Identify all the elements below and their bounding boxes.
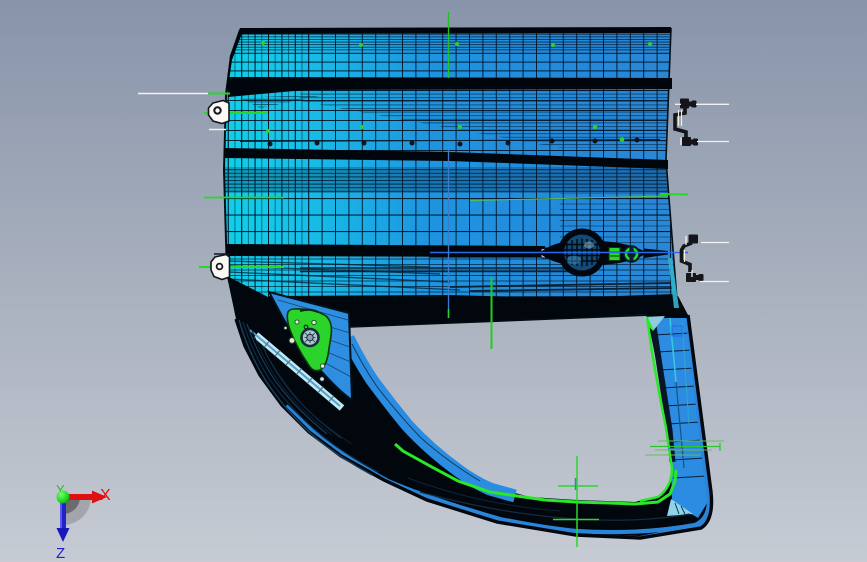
svg-text:Z: Z: [56, 545, 65, 562]
svg-text:X: X: [100, 487, 111, 504]
